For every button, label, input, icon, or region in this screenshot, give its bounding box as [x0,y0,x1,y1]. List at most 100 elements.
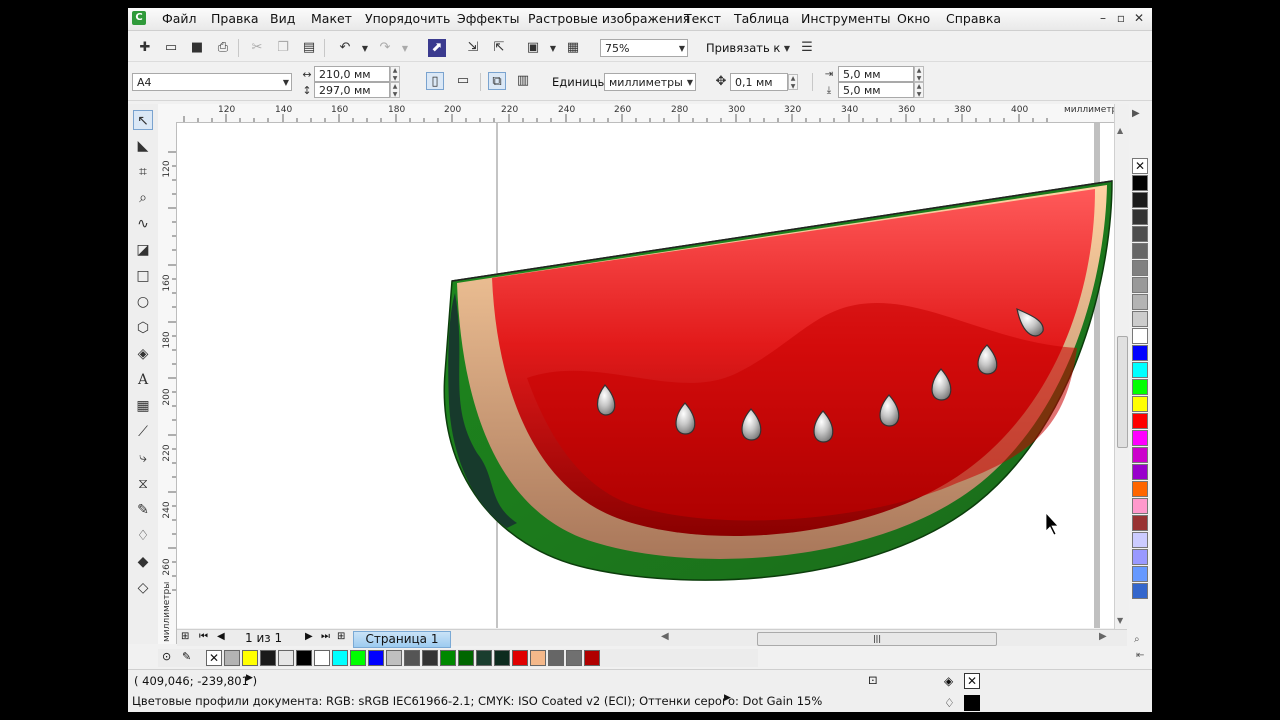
vertical-scroll-thumb[interactable] [1117,336,1128,448]
nudge-spinner[interactable]: ▲ ▼ [788,74,798,90]
color-swatch[interactable] [1132,430,1148,446]
menu-layout[interactable]: Макет [311,11,352,26]
document-color-swatch[interactable] [314,650,330,666]
color-swatch[interactable] [1132,396,1148,412]
document-color-swatch[interactable] [296,650,312,666]
menu-view[interactable]: Вид [270,11,295,26]
document-color-swatch[interactable] [476,650,492,666]
dimension-tool-icon[interactable]: ⟋ [133,422,153,442]
shape-tool-icon[interactable]: ◣ [133,136,153,156]
document-color-swatch[interactable] [422,650,438,666]
color-swatch[interactable] [1132,583,1148,599]
color-swatch[interactable] [1132,345,1148,361]
document-color-swatch[interactable] [566,650,582,666]
ellipse-tool-icon[interactable]: ○ [133,292,153,312]
color-swatch[interactable] [1132,226,1148,242]
duplicate-y-spinner[interactable]: ▲ ▼ [914,82,924,98]
launcher-dropdown-icon[interactable]: ▼ [544,40,562,58]
add-page-before-icon[interactable]: ⊞ [181,631,189,642]
document-color-swatch[interactable] [404,650,420,666]
rectangle-tool-icon[interactable]: □ [133,266,153,286]
options-icon[interactable]: ☰ [798,39,816,57]
snap-to-button[interactable]: Привязать к [706,41,780,55]
smart-fill-icon[interactable]: ◪ [133,240,153,260]
color-swatch[interactable] [1132,498,1148,514]
snap-dropdown-icon[interactable]: ▼ [778,40,796,58]
page-size-combo[interactable]: A4 ▼ [132,73,292,91]
document-color-swatch[interactable] [224,650,240,666]
duplicate-x-input[interactable]: 5,0 мм [838,66,914,82]
color-swatch[interactable] [1132,243,1148,259]
paste-icon[interactable]: ▤ [300,39,318,57]
open-folder-icon[interactable]: ▭ [162,39,180,57]
color-swatch[interactable] [1132,328,1148,344]
color-swatch[interactable] [1132,464,1148,480]
horizontal-ruler[interactable]: 120 140 160 180 200 220 240 260 280 300 … [176,104,1128,123]
page-height-input[interactable]: 297,0 мм [314,82,390,98]
color-swatch[interactable] [1132,260,1148,276]
color-swatch[interactable] [1132,277,1148,293]
scroll-down-icon[interactable]: ▼ [1117,616,1123,625]
polygon-tool-icon[interactable]: ⬡ [133,318,153,338]
menu-help[interactable]: Справка [946,11,1001,26]
color-swatch[interactable] [1132,549,1148,565]
width-spinner[interactable]: ▲ ▼ [390,66,400,82]
zoom-tool-icon[interactable]: ⌕ [133,188,153,208]
copy-icon[interactable]: ❐ [274,39,292,57]
menu-window[interactable]: Окно [897,11,930,26]
color-swatch[interactable] [1132,481,1148,497]
color-swatch[interactable] [1132,379,1148,395]
palette-scroll-up-icon[interactable]: ▶ [1132,108,1140,119]
coords-expand-icon[interactable]: ▶ [246,673,253,683]
eyedropper-icon[interactable]: ✎ [182,650,191,663]
scroll-left-icon[interactable]: ◀ [661,631,669,642]
palette-expand-icon[interactable]: ⇤ [1136,650,1144,661]
color-swatch[interactable] [1132,566,1148,582]
landscape-orientation-icon[interactable]: ▭ [454,72,472,90]
redo-icon[interactable]: ↷ [376,39,394,57]
profiles-expand-icon[interactable]: ▶ [724,693,731,703]
page-tab[interactable]: Страница 1 [353,631,451,648]
ruler-origin[interactable] [158,104,177,123]
interactive-fill-icon[interactable]: ◇ [133,578,153,598]
undo-dropdown-icon[interactable]: ▼ [356,40,374,58]
scroll-right-icon[interactable]: ▶ [1099,631,1107,642]
menu-effects[interactable]: Эффекты [457,11,520,26]
document-color-swatch[interactable] [350,650,366,666]
no-color-swatch[interactable]: ✕ [1132,158,1148,174]
crop-tool-icon[interactable]: ⌗ [133,162,153,182]
import-icon[interactable]: ⇲ [464,39,482,57]
outline-pen-icon[interactable]: ♢ [133,526,153,546]
document-color-swatch[interactable] [386,650,402,666]
nudge-distance-input[interactable]: 0,1 мм [730,73,788,91]
interactive-blend-icon[interactable]: ⧖ [133,474,153,494]
basic-shapes-icon[interactable]: ◈ [133,344,153,364]
next-page-icon[interactable]: ▶ [305,631,313,642]
fill-tool-icon[interactable]: ◆ [133,552,153,572]
height-spinner[interactable]: ▲ ▼ [390,82,400,98]
no-color-swatch[interactable]: ✕ [206,650,222,666]
minimize-button[interactable]: – [1094,10,1112,26]
close-window-button[interactable]: ✕ [1130,10,1148,26]
prev-page-icon[interactable]: ◀ [217,631,225,642]
color-swatch[interactable] [1132,192,1148,208]
menu-tools[interactable]: Инструменты [801,11,890,26]
menu-text[interactable]: Текст [684,11,721,26]
portrait-orientation-icon[interactable]: ▯ [426,72,444,90]
undo-icon[interactable]: ↶ [336,39,354,57]
menu-edit[interactable]: Правка [211,11,259,26]
color-swatch[interactable] [1132,362,1148,378]
eyedropper-tool-icon[interactable]: ✎ [133,500,153,520]
document-color-swatch[interactable] [242,650,258,666]
all-pages-icon[interactable]: ⧉ [488,72,506,90]
color-swatch[interactable] [1132,447,1148,463]
horizontal-scroll-thumb[interactable]: ||| [757,632,997,646]
watermelon-illustration[interactable] [177,123,1127,628]
welcome-screen-icon[interactable]: ▦ [564,39,582,57]
document-color-swatch[interactable] [278,650,294,666]
text-tool-icon[interactable]: A [133,370,153,390]
search-content-icon[interactable]: ⬈ [428,39,446,57]
duplicate-y-input[interactable]: 5,0 мм [838,82,914,98]
first-page-icon[interactable]: ⏮ [199,631,208,642]
document-color-swatch[interactable] [584,650,600,666]
